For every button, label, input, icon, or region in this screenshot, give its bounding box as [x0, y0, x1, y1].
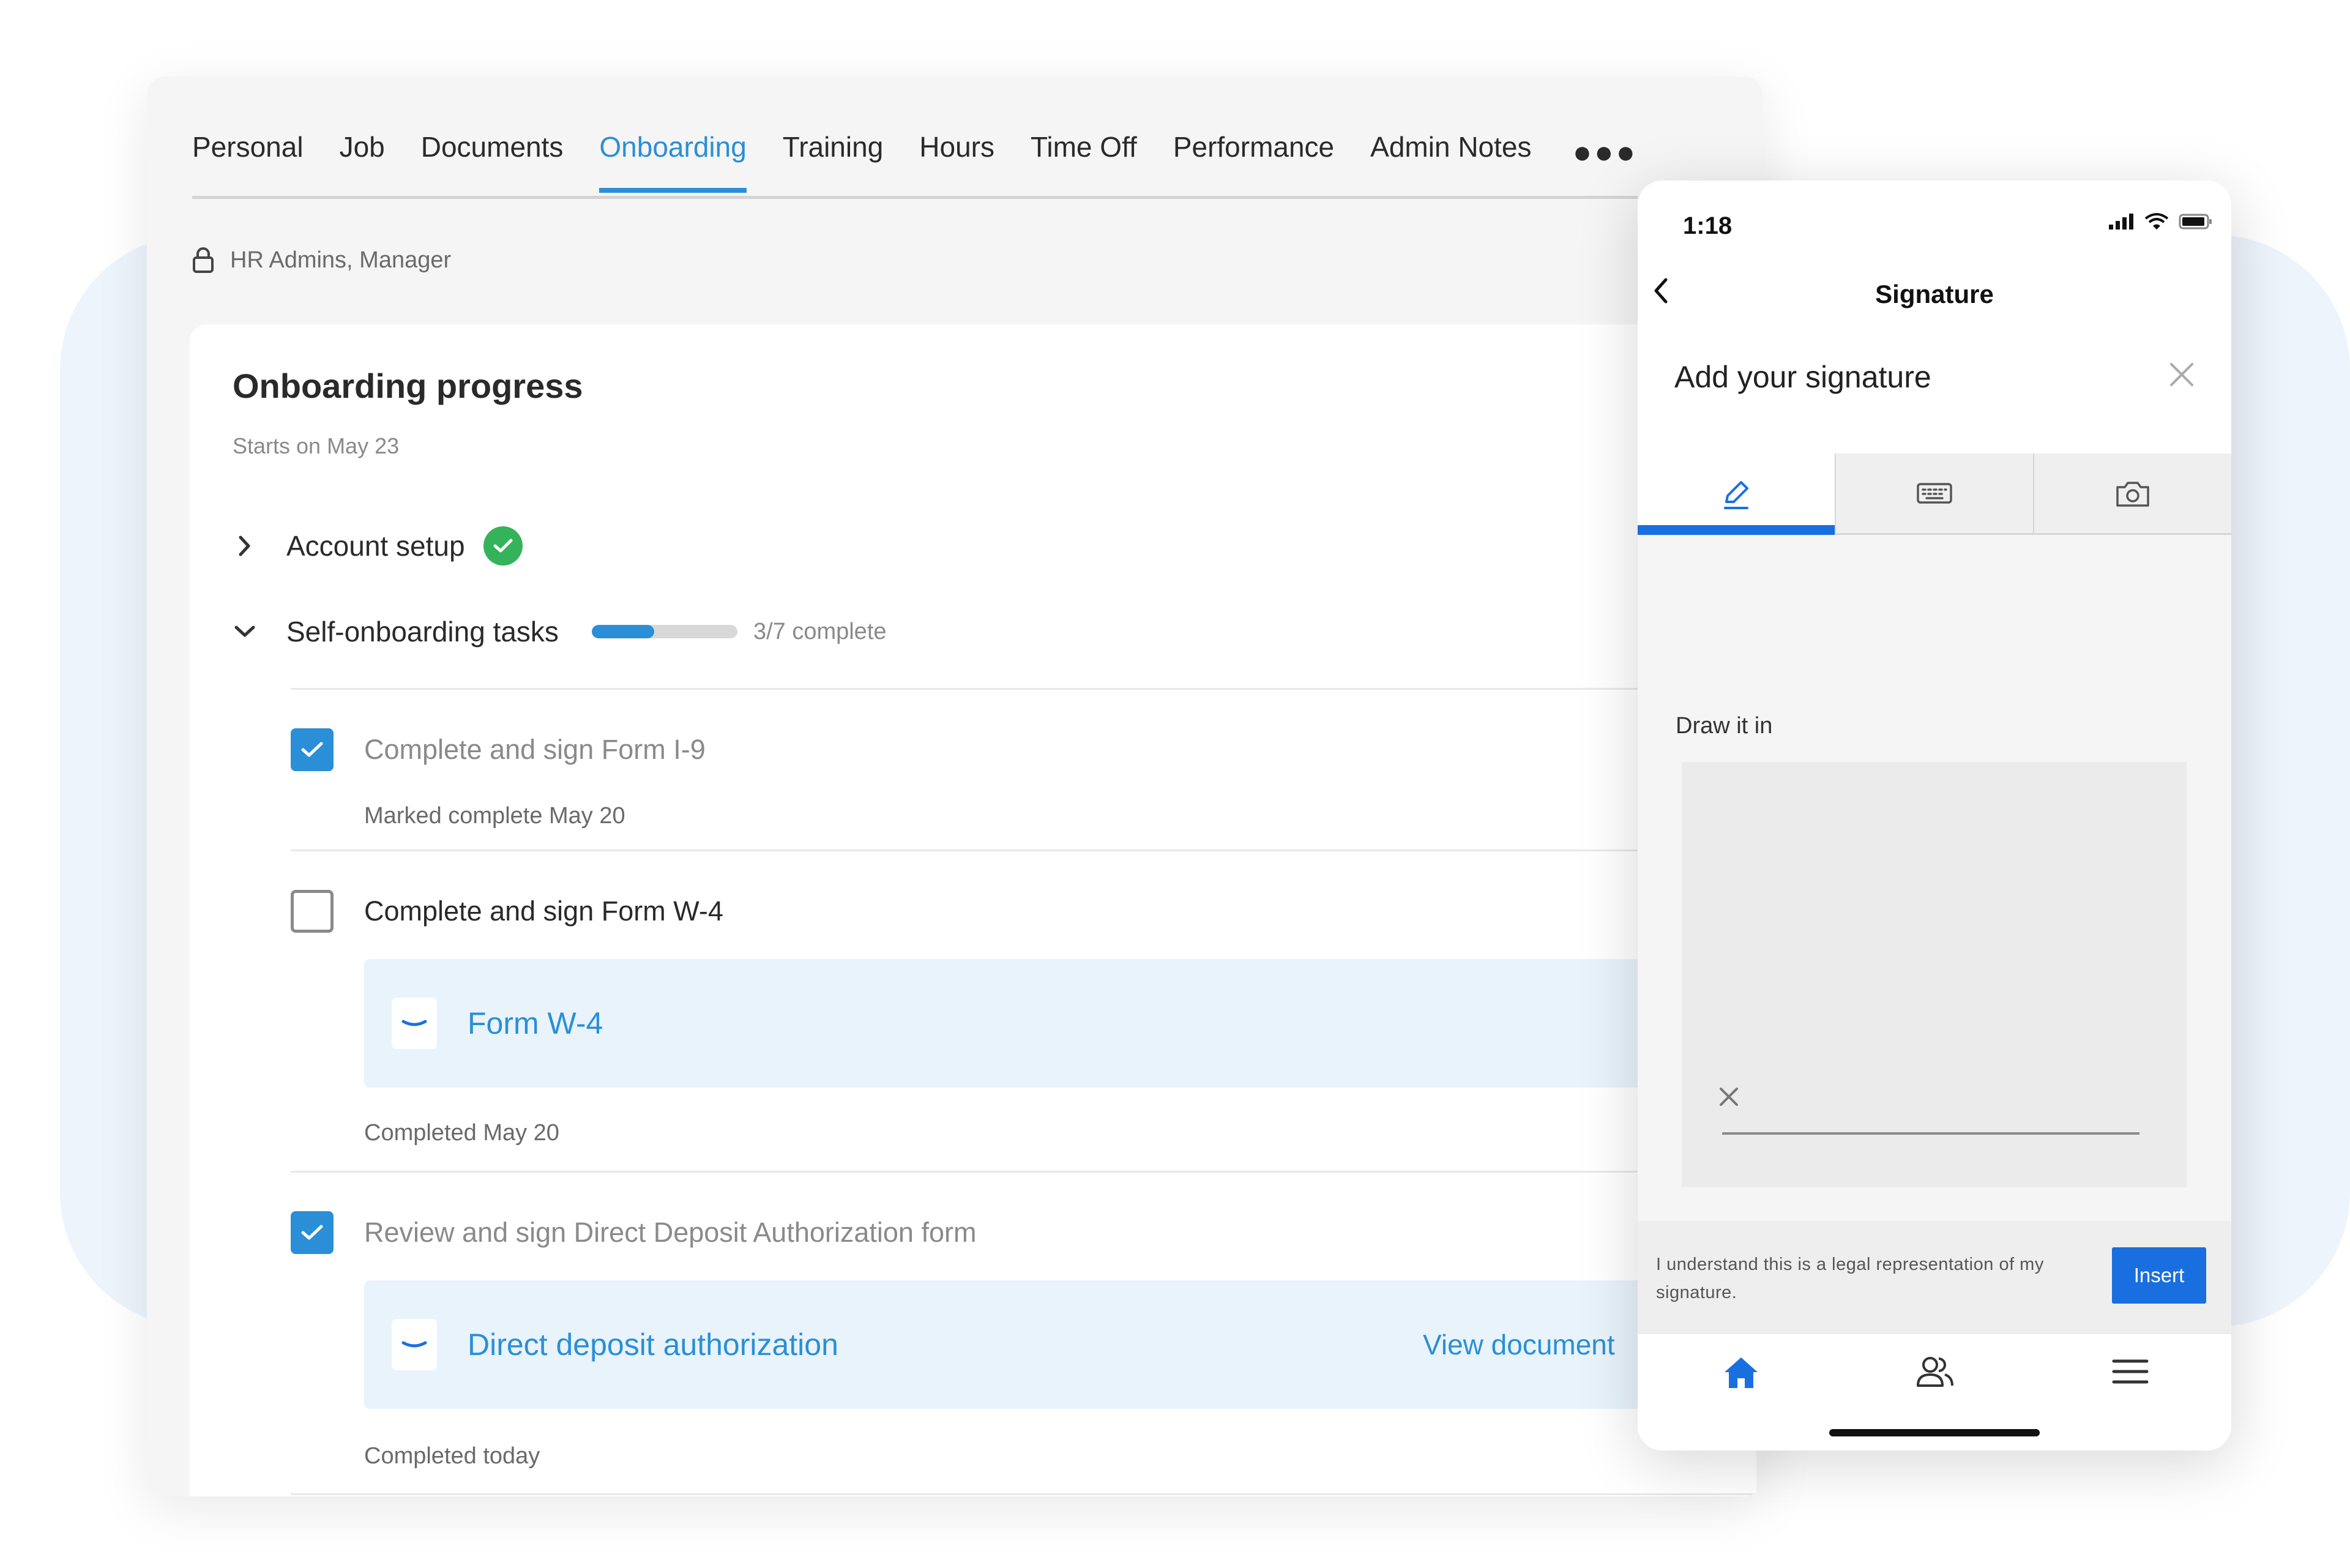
task-label: Complete and sign Form W-4 — [364, 895, 723, 927]
divider — [291, 688, 1762, 690]
people-icon[interactable] — [1913, 1351, 1957, 1397]
camera-icon — [2116, 482, 2149, 507]
legal-text: I understand this is a legal representat… — [1656, 1255, 2044, 1302]
wifi-icon — [2144, 213, 2169, 230]
home-icon[interactable] — [1720, 1351, 1762, 1397]
chevron-right-icon[interactable] — [233, 535, 257, 557]
pencil-icon — [1724, 480, 1748, 509]
document-row[interactable]: Direct deposit authorization View docume… — [364, 1280, 1762, 1409]
view-document-link[interactable]: View document — [1423, 1328, 1615, 1361]
card-title: Onboarding progress — [233, 367, 583, 405]
card-subtitle: Starts on May 23 — [233, 433, 400, 458]
tab-training[interactable]: Training — [783, 125, 883, 187]
tab-draw[interactable] — [1638, 454, 1836, 535]
battery-icon — [2179, 214, 2212, 230]
access-note: HR Admins, Manager — [192, 247, 451, 274]
menu-icon[interactable] — [2110, 1351, 2150, 1395]
keyboard-icon — [1917, 483, 1952, 504]
task-meta: Completed May 20 — [364, 1120, 559, 1146]
account-setup-label: Account setup — [286, 530, 465, 562]
task-label: Complete and sign Form I-9 — [364, 734, 706, 765]
task-label: Review and sign Direct Deposit Authoriza… — [364, 1217, 977, 1248]
divider — [291, 1493, 1762, 1495]
nav-title: Signature — [1875, 280, 1994, 308]
self-onboarding-row[interactable]: Self-onboarding tasks 3/7 complete — [233, 615, 887, 648]
desktop-window: Personal Job Documents Onboarding Traini… — [147, 77, 1762, 1496]
document-row[interactable]: Form W-4 — [364, 959, 1762, 1088]
lock-icon — [193, 247, 214, 273]
task-meta: Marked complete May 20 — [364, 803, 625, 829]
tab-documents[interactable]: Documents — [421, 125, 564, 187]
status-time: 1:18 — [1683, 212, 1733, 239]
task-item-w4: Complete and sign Form W-4 — [291, 890, 723, 933]
task-meta: Completed today — [364, 1443, 540, 1469]
task-item-i9: Complete and sign Form I-9 — [291, 728, 706, 771]
access-label: HR Admins, Manager — [230, 247, 452, 273]
draw-label: Draw it in — [1676, 713, 1773, 739]
document-icon — [392, 998, 437, 1049]
divider — [291, 849, 1762, 851]
account-setup-row[interactable]: Account setup — [233, 526, 523, 566]
progress-bar — [591, 625, 737, 638]
tab-performance[interactable]: Performance — [1173, 125, 1334, 187]
document-title[interactable]: Direct deposit authorization — [468, 1327, 838, 1362]
more-horizontal-icon[interactable]: ●●● — [1573, 134, 1638, 171]
tab-time-off[interactable]: Time Off — [1031, 125, 1137, 187]
self-onboarding-label: Self-onboarding tasks — [286, 616, 559, 648]
phone-frame: 1:18 Signature Add your signature Draw i… — [1638, 181, 2231, 1450]
check-circle-icon — [483, 526, 523, 566]
home-indicator — [1829, 1429, 2040, 1436]
close-icon[interactable] — [2168, 360, 2196, 392]
profile-tabs: Personal Job Documents Onboarding Traini… — [192, 125, 1638, 199]
progress-text: 3/7 complete — [753, 618, 887, 644]
sheet-title: Add your signature — [1674, 360, 1931, 394]
legal-footer: I understand this is a legal representat… — [1638, 1221, 2231, 1334]
status-icons — [2098, 212, 2213, 231]
chevron-down-icon[interactable] — [233, 625, 257, 638]
document-icon — [392, 1319, 437, 1370]
progress-fill — [591, 625, 655, 638]
signal-icon — [2109, 214, 2133, 230]
status-bar: 1:18 — [1638, 181, 2231, 260]
tab-admin-notes[interactable]: Admin Notes — [1370, 125, 1531, 187]
signature-x-mark — [1718, 1086, 1739, 1110]
insert-button[interactable]: Insert — [2112, 1247, 2206, 1304]
onboarding-card: Onboarding progress Starts on May 23 Acc… — [190, 324, 1762, 1496]
tab-job[interactable]: Job — [340, 125, 385, 187]
tab-onboarding[interactable]: Onboarding — [599, 125, 747, 193]
checkbox-checked[interactable] — [291, 1211, 334, 1254]
signature-canvas[interactable] — [1682, 762, 2187, 1187]
tab-hours[interactable]: Hours — [919, 125, 994, 187]
checkbox-unchecked[interactable] — [291, 890, 334, 933]
divider — [291, 1171, 1762, 1173]
signature-line — [1722, 1132, 2139, 1135]
sheet-header: Add your signature — [1638, 334, 2231, 454]
task-item-direct-deposit: Review and sign Direct Deposit Authoriza… — [291, 1211, 976, 1254]
signature-mode-tabs — [1638, 454, 2231, 535]
document-title[interactable]: Form W-4 — [468, 1006, 603, 1041]
tab-photo[interactable] — [2034, 454, 2231, 535]
tab-personal[interactable]: Personal — [192, 125, 304, 187]
checkbox-checked[interactable] — [291, 728, 334, 771]
tab-type[interactable] — [1836, 454, 2034, 535]
